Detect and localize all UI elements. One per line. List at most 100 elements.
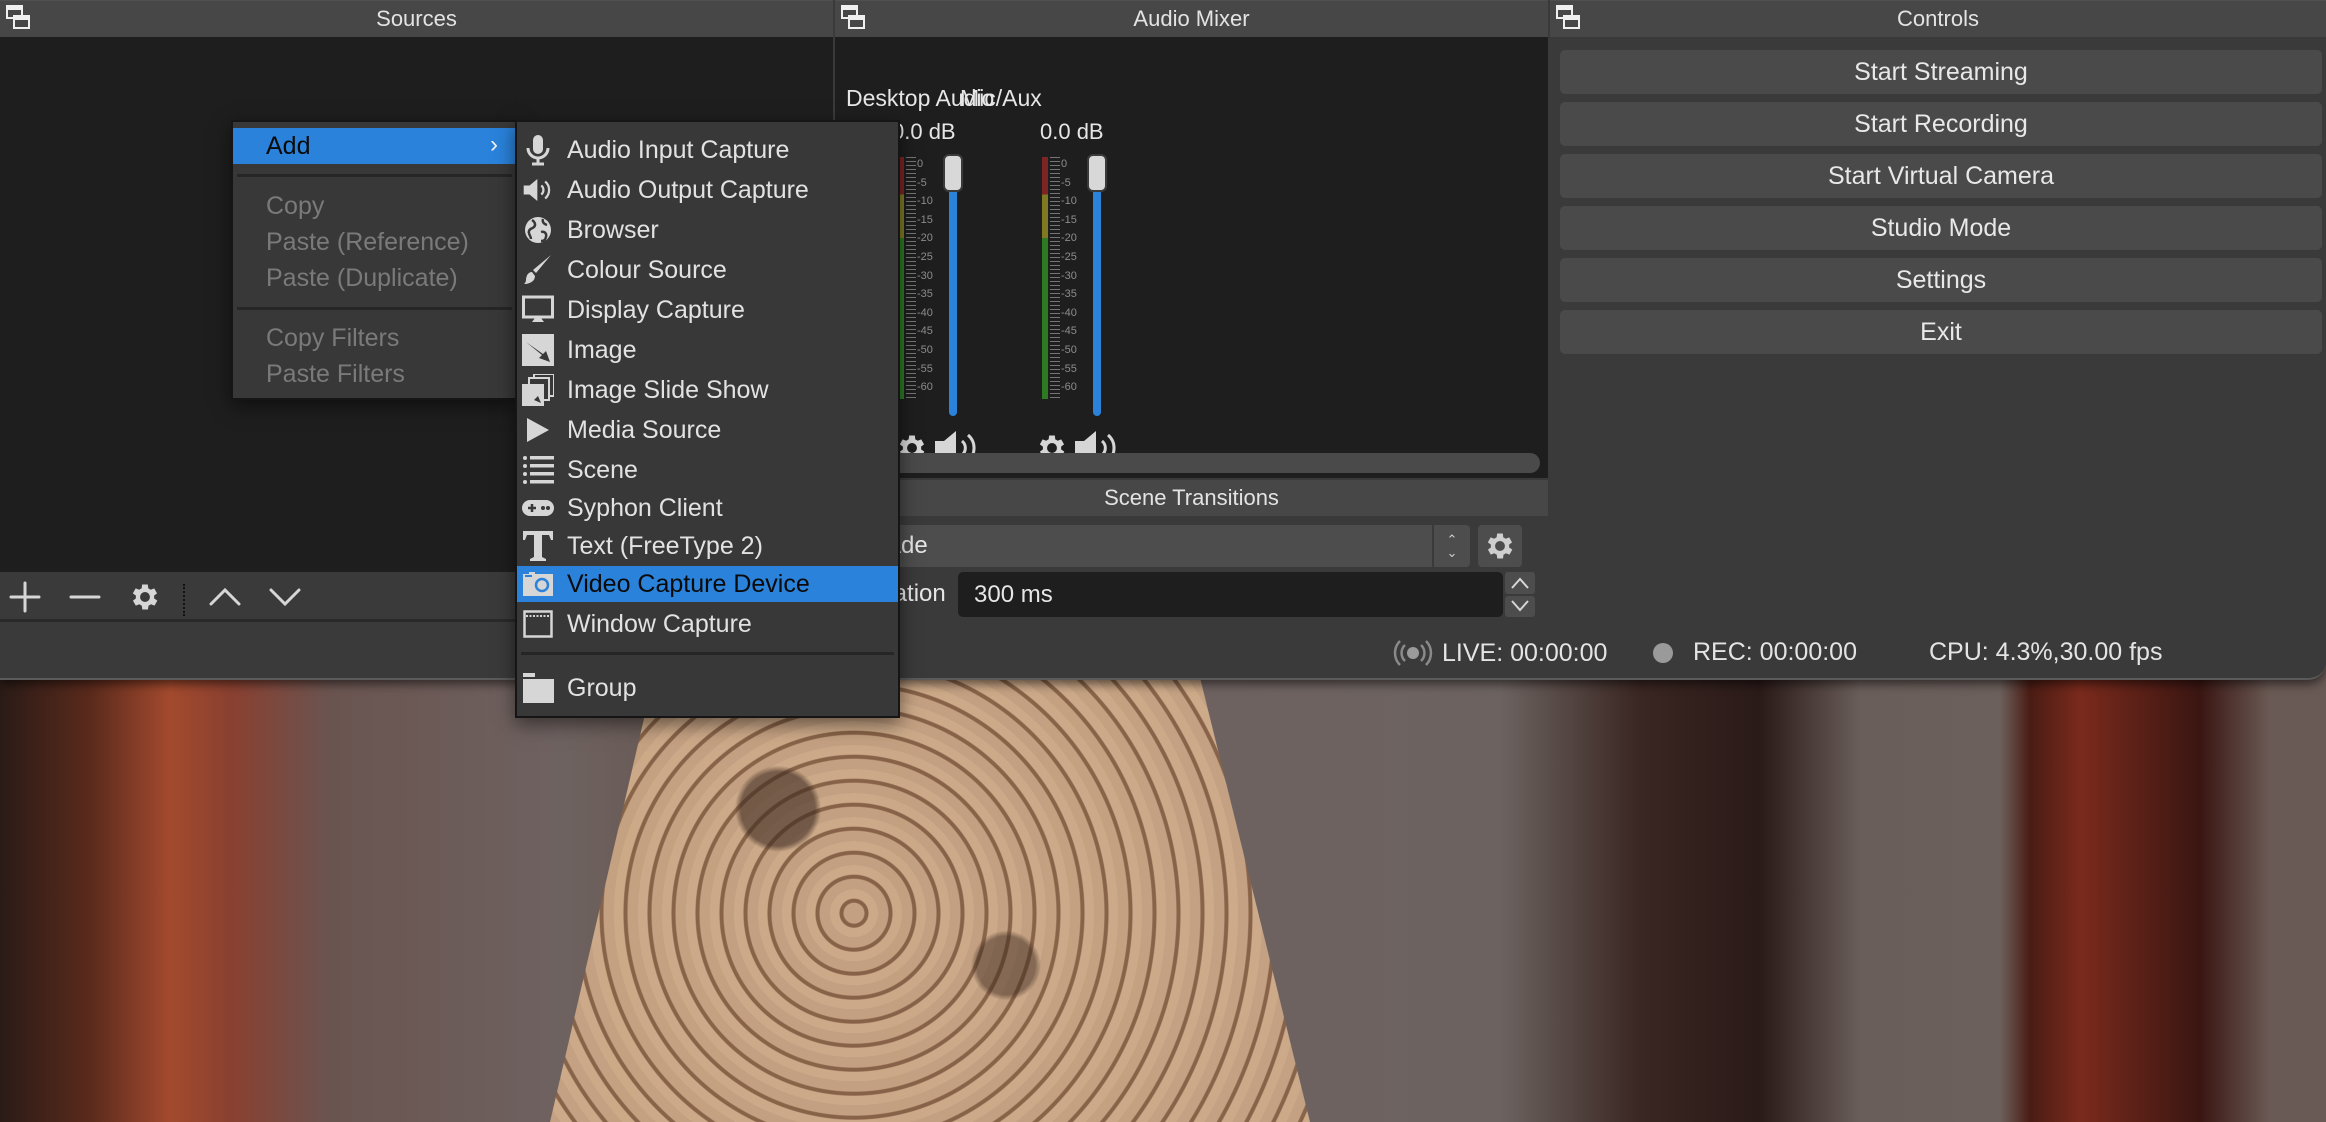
audio-mixer-title: Audio Mixer bbox=[1133, 6, 1250, 31]
submenu-item-label: Text (FreeType 2) bbox=[567, 531, 763, 560]
submenu-item-group[interactable]: Group bbox=[517, 670, 898, 706]
remove-source-button[interactable] bbox=[68, 582, 102, 612]
meter-tick-label: -20 bbox=[917, 232, 933, 245]
select-arrows-icon: ⌃ ⌄ bbox=[1432, 525, 1470, 567]
meter-tick-label: -35 bbox=[917, 288, 933, 301]
controls-dock: Controls Start Streaming Start Recording… bbox=[1550, 0, 2326, 678]
slideshow-icon bbox=[521, 374, 555, 406]
meter-tick-label: -40 bbox=[917, 306, 933, 319]
duration-decrement-button[interactable] bbox=[1505, 595, 1535, 617]
minus-icon bbox=[69, 595, 101, 599]
mixer-horizontal-scrollbar[interactable] bbox=[865, 453, 1540, 473]
volume-meter bbox=[1042, 157, 1048, 399]
volume-fader[interactable] bbox=[1093, 164, 1101, 416]
meter-tick-label: -55 bbox=[1061, 362, 1077, 375]
undock-icon[interactable] bbox=[1556, 5, 1582, 33]
duration-input[interactable]: 300 ms bbox=[958, 572, 1503, 617]
submenu-item-video-capture-device[interactable]: Video Capture Device bbox=[517, 566, 898, 602]
submenu-item-audio-input-capture[interactable]: Audio Input Capture bbox=[517, 132, 898, 168]
submenu-item-media-source[interactable]: Media Source bbox=[517, 412, 898, 448]
undock-icon[interactable] bbox=[6, 5, 32, 33]
exit-button[interactable]: Exit bbox=[1560, 310, 2322, 354]
transition-select[interactable]: Fade ⌃ ⌄ bbox=[855, 525, 1470, 567]
submenu-item-label: Audio Output Capture bbox=[567, 175, 809, 204]
meter-tick-label: 0 bbox=[1061, 158, 1068, 170]
start-streaming-button[interactable]: Start Streaming bbox=[1560, 50, 2322, 94]
undock-icon[interactable] bbox=[841, 5, 867, 33]
submenu-item-syphon-client[interactable]: Syphon Client bbox=[517, 490, 898, 526]
menu-item-copy[interactable]: Copy bbox=[233, 188, 516, 224]
meter-tick-label: -20 bbox=[1061, 232, 1077, 245]
menu-item-paste-reference[interactable]: Paste (Reference) bbox=[233, 224, 516, 260]
submenu-item-colour-source[interactable]: Colour Source bbox=[517, 252, 898, 288]
rec-timer: REC: 00:00:00 bbox=[1693, 638, 1857, 666]
menu-item-add[interactable]: Add › bbox=[233, 128, 516, 164]
submenu-item-label: Browser bbox=[567, 215, 659, 244]
gamepad-icon bbox=[521, 492, 555, 524]
sources-context-menu: Add › Copy Paste (Reference) Paste (Dupl… bbox=[231, 120, 518, 400]
audio-mixer-header: Audio Mixer bbox=[835, 0, 1548, 37]
camera-icon bbox=[521, 568, 555, 600]
meter-tick-label: -45 bbox=[1061, 325, 1077, 338]
submenu-item-label: Image bbox=[567, 335, 637, 364]
menu-item-paste-duplicate[interactable]: Paste (Duplicate) bbox=[233, 260, 516, 296]
move-source-down-button[interactable] bbox=[268, 582, 302, 612]
transition-properties-button[interactable] bbox=[1478, 525, 1522, 567]
chevron-right-icon: › bbox=[490, 131, 498, 158]
meter-tick-label: -35 bbox=[1061, 288, 1077, 301]
source-properties-button[interactable] bbox=[128, 582, 162, 612]
duration-increment-button[interactable] bbox=[1505, 572, 1535, 594]
controls-title: Controls bbox=[1897, 6, 1979, 31]
start-recording-button[interactable]: Start Recording bbox=[1560, 102, 2322, 146]
volume-fader-handle[interactable] bbox=[943, 154, 963, 192]
meter-tick-label: -5 bbox=[917, 176, 927, 189]
meter-tick-label: -5 bbox=[1061, 176, 1071, 189]
add-source-submenu: Audio Input Capture Audio Output Capture… bbox=[515, 120, 900, 718]
volume-fader-handle[interactable] bbox=[1087, 154, 1107, 192]
meter-tick-labels: 0 -5 -10 -15 -20 -25 -30 -35 -40 -45 -50 -55 -60 bbox=[1061, 155, 1085, 405]
submenu-item-image[interactable]: Image bbox=[517, 332, 898, 368]
meter-tick-label: -30 bbox=[1061, 269, 1077, 282]
meter-tick-label: -15 bbox=[917, 213, 933, 226]
submenu-item-audio-output-capture[interactable]: Audio Output Capture bbox=[517, 172, 898, 208]
meter-tick-label: -60 bbox=[917, 381, 933, 394]
chevron-up-icon bbox=[209, 587, 241, 606]
play-icon bbox=[521, 414, 555, 446]
meter-ticks bbox=[1050, 157, 1060, 399]
menu-separator bbox=[237, 174, 512, 177]
menu-item-copy-filters[interactable]: Copy Filters bbox=[233, 320, 516, 356]
meter-tick-labels: 0 -5 -10 -15 -20 -25 -30 -35 -40 -45 -50 -55 -60 bbox=[917, 155, 941, 405]
paintbrush-icon bbox=[521, 254, 555, 286]
record-dot-icon bbox=[1653, 642, 1673, 663]
meter-tick-label: -25 bbox=[1061, 250, 1077, 263]
menu-item-paste-filters[interactable]: Paste Filters bbox=[233, 356, 516, 392]
submenu-item-display-capture[interactable]: Display Capture bbox=[517, 292, 898, 328]
menu-separator bbox=[521, 652, 894, 655]
meter-tick-label: -55 bbox=[917, 362, 933, 375]
studio-mode-button[interactable]: Studio Mode bbox=[1560, 206, 2322, 250]
meter-tick-label: -60 bbox=[1061, 381, 1077, 394]
submenu-item-window-capture[interactable]: Window Capture bbox=[517, 606, 898, 642]
settings-button[interactable]: Settings bbox=[1560, 258, 2322, 302]
add-source-button[interactable] bbox=[8, 581, 42, 613]
volume-fader[interactable] bbox=[949, 164, 957, 416]
submenu-item-browser[interactable]: Browser bbox=[517, 212, 898, 248]
toolbar-separator bbox=[183, 584, 185, 616]
rec-status: REC: 00:00:00 bbox=[1653, 638, 1857, 667]
gear-icon bbox=[1487, 533, 1513, 559]
meter-tick-label: -25 bbox=[917, 250, 933, 263]
submenu-item-image-slide-show[interactable]: Image Slide Show bbox=[517, 372, 898, 408]
move-source-up-button[interactable] bbox=[208, 582, 242, 612]
meter-tick-label: 0 bbox=[917, 158, 924, 170]
scene-transitions-title: Scene Transitions bbox=[1104, 485, 1279, 510]
meter-tick-label: -10 bbox=[917, 195, 933, 208]
submenu-item-text[interactable]: Text (FreeType 2) bbox=[517, 528, 898, 564]
chevron-up-icon bbox=[1511, 577, 1529, 589]
speaker-icon bbox=[521, 174, 555, 206]
submenu-item-scene[interactable]: Scene bbox=[517, 452, 898, 488]
submenu-item-label: Video Capture Device bbox=[567, 569, 810, 598]
meter-tick-label: -40 bbox=[1061, 306, 1077, 319]
live-status: LIVE: 00:00:00 bbox=[1392, 638, 1607, 668]
meter-tick-label: -45 bbox=[917, 325, 933, 338]
start-virtual-camera-button[interactable]: Start Virtual Camera bbox=[1560, 154, 2322, 198]
